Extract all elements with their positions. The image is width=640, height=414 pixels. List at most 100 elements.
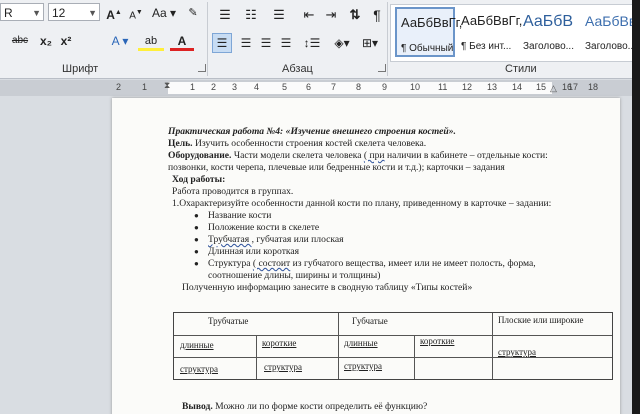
ruler-tick: 7 — [331, 82, 337, 92]
ruler-tick: 8 — [356, 82, 362, 92]
chevron-down-icon[interactable]: ▼ — [32, 4, 41, 22]
styles-gallery: АаБбВвГг, ¶ Обычный АаБбВвГг, ¶ Без инт.… — [390, 4, 640, 62]
ruler-tick: 9 — [382, 82, 388, 92]
bullets-icon[interactable]: ☰ — [214, 5, 236, 25]
progress-heading: Ход работы: — [172, 174, 226, 185]
ribbon: R ▼ 12 ▼ A▲ A▼ Aa ▾ ✎ abc x₂ x² A ▾ ab A… — [0, 0, 640, 79]
bullet-text: Структура — [208, 258, 253, 269]
font-name-combo[interactable]: R ▼ — [0, 3, 44, 21]
chevron-down-icon[interactable]: ▼ — [88, 4, 97, 22]
equipment-label: Оборудование. — [168, 150, 232, 161]
font-size-value: 12 — [52, 6, 66, 20]
table-header: Плоские или широкие — [498, 315, 584, 325]
highlight-button[interactable]: ab — [138, 31, 164, 51]
table-rule — [174, 335, 612, 336]
superscript-button[interactable]: x² — [58, 31, 74, 51]
ruler-tick: 2 — [116, 82, 122, 92]
conclusion-label: Вывод. — [182, 401, 213, 412]
grow-font-label: A — [106, 8, 115, 22]
bone-types-table[interactable]: Трубчатые Губчатые Плоские или широкие д… — [173, 312, 613, 380]
ruler-tick: 12 — [462, 82, 473, 92]
shrink-font-button[interactable]: A▼ — [128, 3, 144, 23]
paragraph-dialog-launcher-icon[interactable] — [378, 64, 386, 72]
table-cell: структура — [264, 362, 302, 372]
highlight-label: ab — [144, 35, 158, 47]
change-case-label: Aa — [151, 6, 167, 20]
superscript-label: x² — [60, 34, 72, 48]
style-name: ¶ Без инт... — [461, 41, 512, 52]
document-title: Практическая работа №4: «Изучение внешне… — [168, 126, 456, 137]
font-size-combo[interactable]: 12 ▼ — [48, 3, 100, 21]
bullet-item: Название кости — [208, 210, 271, 221]
subscript-label: x₂ — [39, 34, 52, 48]
table-cell: короткие — [262, 338, 297, 348]
paragraph-group-label: Абзац — [282, 63, 313, 75]
bullet-marked-word[interactable]: ( состоит — [253, 258, 290, 269]
conclusion-paragraph: Вывод. Можно ли по форме кости определит… — [182, 401, 427, 412]
line-spacing-icon[interactable]: ↕☰ — [300, 33, 324, 53]
indent-marker-icon[interactable]: ⧗ — [164, 80, 170, 91]
justify-icon[interactable]: ☰ — [276, 33, 296, 53]
borders-icon[interactable]: ⊞▾ — [358, 33, 382, 53]
bullet-icon: ● — [194, 247, 199, 256]
style-preview: АаБбВвГг, — [401, 15, 463, 30]
ruler-tick: 1 — [190, 82, 196, 92]
text-effects-button[interactable]: A ▾ — [108, 31, 132, 51]
bullet-text: из губчатого вещества, имеет или не имее… — [290, 258, 536, 269]
ruler-tick: 11 — [438, 82, 448, 92]
bullet-icon: ● — [194, 223, 199, 232]
numbering-icon[interactable]: ☷ — [240, 5, 262, 25]
bullet-icon: ● — [194, 235, 199, 244]
increase-indent-icon[interactable]: ⇥ — [322, 5, 340, 25]
ruler-tick: 15 — [536, 82, 547, 92]
align-left-icon[interactable]: ☰ — [212, 33, 232, 53]
right-indent-marker-icon[interactable]: △ — [550, 83, 557, 94]
bullet-text: Положение кости в скелете — [208, 222, 320, 233]
shading-icon[interactable]: ◈▾ — [330, 33, 354, 53]
subscript-button[interactable]: x₂ — [38, 31, 54, 51]
group-divider — [207, 2, 208, 76]
style-normal[interactable]: АаБбВвГг, ¶ Обычный — [395, 7, 462, 57]
ruler-tick: 6 — [306, 82, 312, 92]
table-cell: структура — [498, 347, 536, 357]
styles-group-label: Стили — [505, 63, 537, 75]
text-effects-label: A — [111, 34, 119, 48]
align-center-icon[interactable]: ☰ — [236, 33, 256, 53]
table-rule — [492, 313, 493, 379]
equipment-marked-word[interactable]: ( при — [364, 150, 385, 161]
bullet-text: , губчатая или плоская — [251, 234, 344, 245]
ruler-tick: 10 — [410, 82, 421, 92]
multilevel-list-icon[interactable]: ☰ — [268, 5, 290, 25]
bullet-icon: ● — [194, 259, 199, 268]
document-page[interactable]: Практическая работа №4: «Изучение внешне… — [112, 98, 620, 414]
table-rule — [256, 335, 257, 379]
bullet-text: Длинная или короткая — [208, 246, 300, 257]
style-preview: АаБбВвГг, — [461, 13, 523, 28]
font-dialog-launcher-icon[interactable] — [198, 64, 206, 72]
decrease-indent-icon[interactable]: ⇤ — [300, 5, 318, 25]
align-right-icon[interactable]: ☰ — [256, 33, 276, 53]
sort-icon[interactable]: ⇅ — [346, 5, 364, 25]
clear-formatting-icon[interactable]: ✎ — [184, 3, 202, 23]
grow-font-button[interactable]: A▲ — [106, 3, 122, 23]
goal-label: Цель. — [168, 138, 193, 149]
table-rule — [174, 357, 612, 358]
change-case-button[interactable]: Aa ▾ — [150, 3, 178, 23]
style-heading-1[interactable]: АаБбВ Заголово... — [519, 7, 579, 57]
strikethrough-button[interactable]: abc — [6, 31, 34, 51]
font-group-label: Шрифт — [62, 63, 99, 75]
bullet-marked-word[interactable]: Трубчатая — [208, 234, 252, 245]
ruler-tick: 13 — [487, 82, 498, 92]
equipment-text-2: наличии в кабинете – отдельные кости: — [384, 150, 548, 161]
font-name-value: R — [4, 6, 13, 20]
style-no-spacing[interactable]: АаБбВвГг, ¶ Без инт... — [457, 7, 522, 57]
font-color-button[interactable]: A — [170, 31, 194, 51]
style-name: Заголово... — [523, 41, 574, 52]
bullet-item: Длинная или короткая — [208, 246, 299, 257]
bullet-item-continuation: соотношение длины, ширины и толщины) — [208, 270, 381, 281]
horizontal-ruler[interactable]: 2 1 1 2 3 4 5 6 7 8 9 10 11 12 13 14 15 … — [0, 80, 640, 96]
ruler-tick: 2 — [211, 82, 217, 92]
table-cell: структура — [180, 364, 218, 374]
group-divider — [387, 2, 388, 76]
show-marks-icon[interactable]: ¶ — [370, 5, 384, 25]
